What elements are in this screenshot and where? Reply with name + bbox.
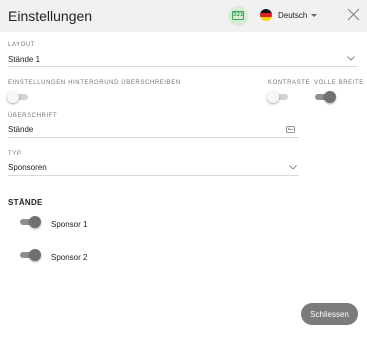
close-button[interactable]: Schliessen	[301, 303, 358, 325]
close-icon[interactable]	[347, 8, 360, 21]
language-selector[interactable]: Deutsch	[260, 7, 318, 23]
toggle-knob	[267, 91, 279, 103]
translate-icon[interactable]	[286, 126, 295, 133]
stands-heading: STÄNDE	[8, 198, 43, 207]
contrast-label: Kontraste	[268, 80, 311, 86]
heading-underline	[8, 137, 299, 138]
toggle-knob	[324, 91, 336, 103]
sponsor-1-toggle[interactable]	[19, 216, 41, 228]
toggle-knob	[29, 216, 41, 228]
full-width-toggle[interactable]	[314, 91, 336, 103]
type-label: Typ	[8, 151, 22, 157]
chevron-down-icon[interactable]	[347, 56, 355, 61]
full-width-label: Volle Breite	[314, 80, 364, 86]
sponsor-1-label: Sponsor 1	[51, 220, 88, 229]
german-flag-icon	[260, 9, 272, 21]
layout-underline	[8, 66, 358, 67]
heading-input[interactable]: Stände	[8, 125, 33, 134]
layout-select[interactable]: Stände 1	[8, 55, 40, 64]
translate-badge-icon[interactable]: 321	[228, 6, 248, 26]
dialog-title: Einstellungen	[8, 8, 93, 24]
chevron-down-icon[interactable]	[289, 165, 297, 170]
override-background-label: Einstellungen Hintergrund überschreiben	[8, 80, 181, 86]
heading-label: Überschrift	[8, 113, 58, 119]
sponsor-2-toggle[interactable]	[19, 249, 41, 261]
badge-text: 321	[232, 11, 244, 20]
contrast-toggle[interactable]	[267, 91, 289, 103]
language-label: Deutsch	[278, 10, 308, 20]
toggle-knob	[29, 249, 41, 261]
layout-label: Layout	[8, 42, 36, 48]
sponsor-2-label: Sponsor 2	[51, 253, 88, 262]
toggle-knob	[7, 91, 19, 103]
chevron-down-icon	[311, 13, 318, 17]
override-background-toggle[interactable]	[7, 91, 29, 103]
dialog-header: Einstellungen 321 Deutsch	[0, 0, 367, 32]
type-underline	[8, 175, 299, 176]
type-select[interactable]: Sponsoren	[8, 163, 47, 172]
